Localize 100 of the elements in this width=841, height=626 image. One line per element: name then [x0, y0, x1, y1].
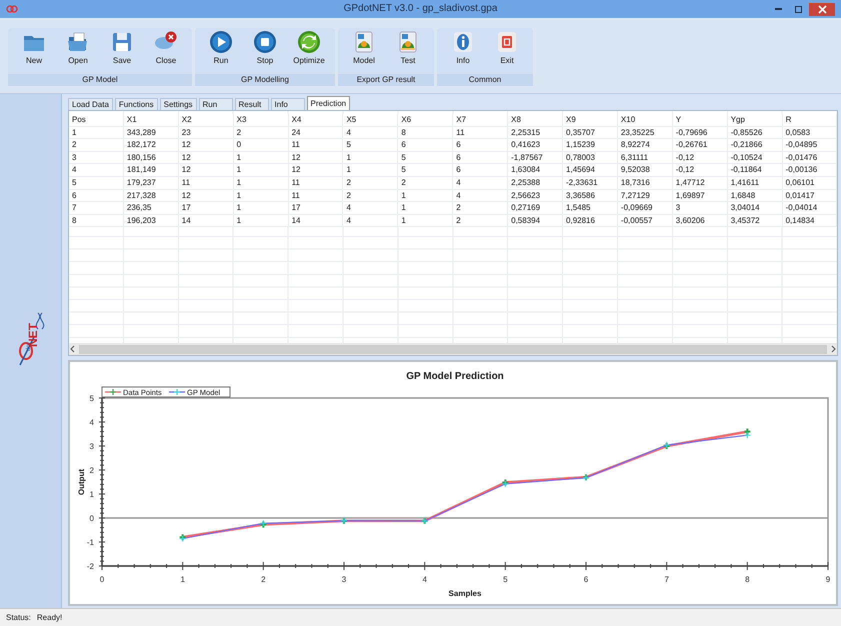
group-label: Export GP result: [356, 74, 416, 86]
column-header: Y: [672, 114, 728, 126]
axis-tick-label: 2: [261, 575, 266, 584]
table-cell: 8,92274: [618, 139, 673, 152]
table-cell: 2: [69, 139, 124, 152]
chart-title: GP Model Prediction: [406, 371, 504, 382]
axis-tick-label: 5: [90, 394, 94, 403]
table-cell: 181,149: [124, 164, 179, 176]
axis-tick-label: 6: [584, 575, 588, 584]
table-cell: 1,47712: [672, 176, 728, 189]
axis-tick-label: 1: [180, 575, 185, 584]
table-cell: 3,45372: [728, 214, 783, 227]
column-header: X8: [508, 114, 564, 126]
column-header: Ygp: [728, 114, 783, 126]
table-cell: 17: [288, 202, 344, 214]
table-cell: -0,04014: [782, 202, 837, 214]
axis-tick-label: 7: [664, 575, 669, 584]
window-title: GPdotNET v3.0 - gp_sladivost.gpa: [344, 3, 498, 14]
axis-tick-label: 3: [342, 575, 346, 584]
table-cell: 4: [453, 176, 508, 189]
column-header: X5: [343, 114, 398, 126]
group-label: Common: [468, 74, 502, 86]
table-cell: 1: [234, 214, 289, 227]
table-cell: 0,06101: [782, 176, 837, 189]
table-cell: 11: [288, 139, 344, 152]
table-cell: 182,172: [124, 139, 179, 152]
table-cell: 1: [234, 164, 289, 176]
column-header: X10: [618, 114, 673, 126]
table-cell: 12: [288, 164, 344, 176]
table-cell: 11: [178, 176, 234, 189]
status-label: Status:: [6, 613, 31, 622]
group-label: GP Modelling: [241, 74, 289, 86]
table-cell: -0,26761: [672, 139, 728, 152]
table-cell: 6: [453, 139, 508, 152]
table-cell: 1: [234, 176, 289, 189]
axis-tick-label: 0: [100, 575, 104, 584]
axis-tick-label: -1: [86, 538, 94, 547]
table-cell: 6: [453, 164, 508, 176]
axis-tick-label: 5: [503, 575, 508, 584]
table-cell: 2,25388: [508, 176, 564, 189]
axis-tick-label: 4: [90, 418, 94, 427]
axis-tick-label: 0: [90, 514, 94, 523]
table-cell: 3,60206: [672, 214, 728, 227]
table-cell: 1: [343, 164, 398, 176]
table-cell: 8: [69, 214, 124, 227]
column-header: X3: [234, 114, 289, 126]
table-cell: -0,09669: [618, 202, 673, 214]
table-cell: 11: [288, 176, 344, 189]
y-axis-title: Output: [77, 468, 86, 496]
table-cell: -0,11864: [728, 164, 783, 176]
table-cell: 0,27169: [508, 202, 564, 214]
table-cell: 4: [69, 164, 124, 176]
table-cell: 0,92816: [563, 214, 618, 227]
table-cell: 0,41623: [508, 139, 564, 152]
table-cell: -0,04895: [782, 139, 837, 152]
table-cell: 1: [398, 202, 454, 214]
column-header: X6: [398, 114, 454, 126]
table-cell: 18,7316: [618, 176, 673, 189]
axis-tick-label: 9: [826, 575, 830, 584]
table-cell: 6: [398, 139, 454, 152]
table-cell: 1,63084: [508, 164, 564, 176]
column-header: R: [782, 114, 837, 126]
table-cell: 2: [453, 214, 508, 227]
table-cell: 2: [453, 202, 508, 214]
table-cell: 4: [343, 202, 398, 214]
table-cell: 5: [343, 139, 398, 152]
table-cell: 14: [288, 214, 344, 227]
table-cell: 7: [69, 202, 124, 214]
table-cell: 3,04014: [728, 202, 783, 214]
table-cell: 9,52038: [618, 164, 673, 176]
table-cell: 12: [178, 164, 234, 176]
table-cell: 3: [672, 202, 728, 214]
table-cell: 1: [234, 202, 289, 214]
table-cell: -0,00136: [782, 164, 837, 176]
table-cell: 2: [398, 176, 454, 189]
table-cell: 17: [178, 202, 234, 214]
table-cell: -2,33631: [563, 176, 618, 189]
axis-tick-label: 8: [745, 575, 750, 584]
table-cell: 14: [178, 214, 234, 227]
column-header: X4: [288, 114, 344, 126]
table-cell: 0,58394: [508, 214, 564, 227]
table-cell: 5: [69, 176, 124, 189]
column-header: Pos: [69, 114, 124, 126]
table-cell: -0,12: [672, 164, 728, 176]
axis-tick-label: 2: [90, 466, 94, 475]
table-cell: 5: [398, 164, 454, 176]
x-axis-title: Samples: [448, 589, 482, 598]
table-cell: 1: [398, 214, 454, 227]
table-cell: -0,00557: [618, 214, 673, 227]
column-header: X2: [178, 114, 234, 126]
table-cell: 12: [178, 139, 234, 152]
status-text: Ready!: [36, 613, 62, 622]
group-label: GP Model: [82, 74, 118, 86]
table-cell: 4: [343, 214, 398, 227]
table-cell: 236,35: [124, 202, 179, 214]
axis-tick-label: 3: [90, 442, 94, 451]
axis-tick-label: 1: [90, 490, 94, 499]
table-cell: 1,45694: [563, 164, 618, 176]
table-cell: 0: [234, 139, 289, 152]
table-cell: 1,5485: [563, 202, 618, 214]
